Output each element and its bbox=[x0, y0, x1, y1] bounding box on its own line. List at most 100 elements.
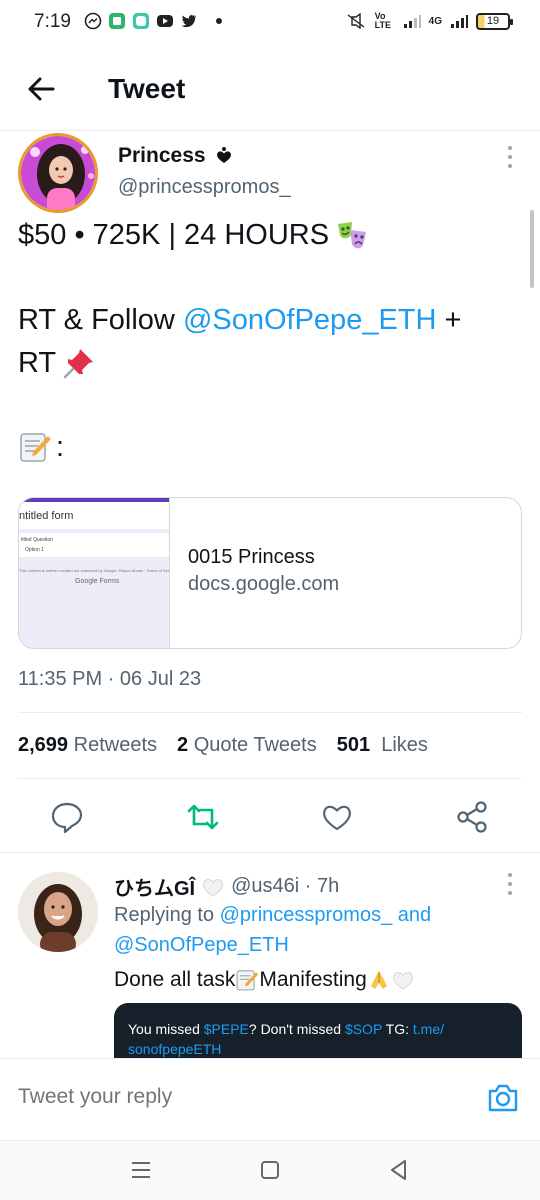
performing-arts-masks-icon bbox=[338, 222, 367, 249]
replying-mention-1[interactable]: @princesspromos_ bbox=[220, 904, 393, 926]
system-navigation-bar bbox=[0, 1140, 540, 1200]
reply-header: ひちムGÎ @us46i · 7h bbox=[114, 872, 339, 901]
network-type-label: 4G bbox=[428, 15, 442, 27]
author-avatar[interactable] bbox=[18, 133, 98, 213]
signal-icon-2 bbox=[451, 15, 468, 28]
like-heart-icon[interactable] bbox=[320, 800, 354, 834]
system-status-icons: Vo LTE 4G 19 bbox=[345, 11, 513, 30]
card-title: 0015 Princess bbox=[188, 546, 315, 568]
folded-hands-icon bbox=[370, 971, 387, 989]
promo-text-2: ? Don't missed bbox=[248, 1021, 345, 1037]
promo-bubble[interactable]: You missed $PEPE? Don't missed $SOP TG: … bbox=[114, 1003, 522, 1059]
back-triangle-icon[interactable] bbox=[386, 1157, 412, 1183]
quotes-label: Quote Tweets bbox=[193, 734, 317, 756]
author-handle[interactable]: @princesspromos_ bbox=[118, 176, 291, 199]
replying-prefix: Replying to bbox=[114, 904, 220, 926]
avatar-image bbox=[18, 872, 98, 952]
reply-author-name[interactable]: ひちムGÎ bbox=[114, 872, 195, 901]
white-heart-icon bbox=[203, 878, 223, 897]
replying-mention-2[interactable]: @SonOfPepe_ETH bbox=[114, 934, 289, 956]
tweet-text-2-suffix: + bbox=[436, 304, 462, 336]
promo-text-3: TG: bbox=[382, 1021, 413, 1037]
card-thumbnail: ntitled form titled Question Option 1 Th… bbox=[19, 498, 170, 648]
thumb-question-box: titled Question Option 1 bbox=[19, 533, 169, 557]
volte-label: Vo LTE bbox=[374, 11, 391, 30]
tweet-text-2-prefix: RT & Follow bbox=[18, 304, 183, 336]
divider bbox=[18, 778, 522, 779]
battery-level: 19 bbox=[486, 14, 500, 27]
reply-text: Done all task Manifesting bbox=[114, 968, 415, 992]
avatar-image bbox=[21, 136, 95, 210]
tweet-text-1: $50 • 725K | 24 HOURS bbox=[18, 218, 330, 251]
reply-more-options-icon[interactable] bbox=[507, 873, 513, 895]
tweet-text-4: : bbox=[56, 430, 65, 463]
tweet-text-line-1: $50 • 725K | 24 HOURS bbox=[18, 218, 369, 252]
tweet-text-line-4: : bbox=[18, 430, 64, 464]
card-body: 0015 Princess docs.google.com bbox=[170, 498, 339, 648]
status-bar: 7:19 Vo LTE 4G 19 bbox=[0, 0, 540, 46]
app-icon bbox=[109, 13, 125, 29]
thumb-footer: This content is neither created nor endo… bbox=[19, 568, 170, 573]
reply-text-1: Done all task bbox=[114, 968, 236, 991]
twitter-bird-icon bbox=[181, 15, 196, 28]
battery-icon: 19 bbox=[476, 12, 513, 30]
retweets-count: 2,699 bbox=[18, 734, 69, 756]
promo-token-2[interactable]: $SOP bbox=[345, 1021, 382, 1037]
memo-icon bbox=[236, 970, 259, 991]
top-app-bar: Tweet bbox=[0, 46, 540, 131]
likes-stat[interactable]: 501 Likes bbox=[337, 734, 428, 757]
retweet-icon[interactable] bbox=[186, 800, 220, 834]
reply-input[interactable] bbox=[18, 1085, 418, 1109]
card-domain: docs.google.com bbox=[188, 573, 340, 595]
signal-icon bbox=[403, 15, 421, 28]
pushpin-icon bbox=[63, 349, 94, 379]
heart-exclamation-icon bbox=[216, 147, 231, 163]
memo-icon bbox=[20, 433, 51, 462]
link-preview-card[interactable]: ntitled form titled Question Option 1 Th… bbox=[18, 497, 522, 649]
divider bbox=[0, 852, 540, 853]
more-options-icon[interactable] bbox=[507, 146, 513, 168]
replying-to-line: Replying to @princesspromos_ and bbox=[114, 904, 431, 927]
divider bbox=[18, 712, 522, 713]
tweet-stats: 2,699 Retweets 2 Quote Tweets 501 Likes bbox=[18, 734, 428, 757]
reply-author-avatar[interactable] bbox=[18, 872, 98, 952]
app-icon-2 bbox=[133, 13, 149, 29]
replying-and: and bbox=[392, 904, 432, 926]
tweet-timestamp: 11:35 PM · 06 Jul 23 bbox=[18, 668, 202, 690]
reply-icon[interactable] bbox=[50, 800, 84, 834]
reply-handle-time: @us46i · 7h bbox=[231, 875, 340, 897]
reply-composer bbox=[0, 1058, 540, 1140]
promo-link[interactable]: t.me/ bbox=[413, 1021, 444, 1037]
mute-vibrate-icon bbox=[347, 13, 365, 29]
menu-icon[interactable] bbox=[128, 1157, 154, 1183]
reply-text-2: Manifesting bbox=[259, 968, 367, 991]
quote-tweets-stat[interactable]: 2 Quote Tweets bbox=[177, 734, 317, 757]
promo-link-2[interactable]: sonofpepeETH bbox=[128, 1041, 221, 1057]
author-name[interactable]: Princess bbox=[118, 144, 206, 168]
arrow-left-icon[interactable] bbox=[26, 74, 56, 104]
status-time: 7:19 bbox=[34, 11, 71, 32]
tweet-text-line-3: RT bbox=[18, 346, 96, 380]
camera-icon[interactable] bbox=[486, 1081, 520, 1115]
promo-token-1[interactable]: $PEPE bbox=[204, 1021, 249, 1037]
likes-label: Likes bbox=[381, 734, 428, 756]
share-icon[interactable] bbox=[455, 800, 489, 834]
youtube-icon bbox=[157, 15, 173, 27]
promo-text-1: You missed bbox=[128, 1021, 204, 1037]
thumb-form-title: ntitled form bbox=[19, 498, 169, 529]
replying-to-line-2: @SonOfPepe_ETH bbox=[114, 934, 289, 957]
retweets-label: Retweets bbox=[73, 734, 157, 756]
tweet-text-line-2: RT & Follow @SonOfPepe_ETH + bbox=[18, 304, 461, 337]
thumb-brand: Google Forms bbox=[75, 578, 120, 585]
retweets-stat[interactable]: 2,699 Retweets bbox=[18, 734, 157, 757]
more-notifications-dot bbox=[216, 18, 222, 24]
quotes-count: 2 bbox=[177, 734, 189, 756]
white-heart-icon bbox=[392, 972, 413, 990]
mention-link[interactable]: @SonOfPepe_ETH bbox=[183, 304, 437, 337]
author-name-row[interactable]: Princess bbox=[118, 144, 234, 168]
thumb-option: Option 1 bbox=[25, 547, 44, 553]
scroll-indicator[interactable] bbox=[530, 210, 534, 288]
home-square-icon[interactable] bbox=[257, 1157, 283, 1183]
likes-count: 501 bbox=[336, 734, 371, 756]
tweet-text-3: RT bbox=[18, 346, 57, 379]
